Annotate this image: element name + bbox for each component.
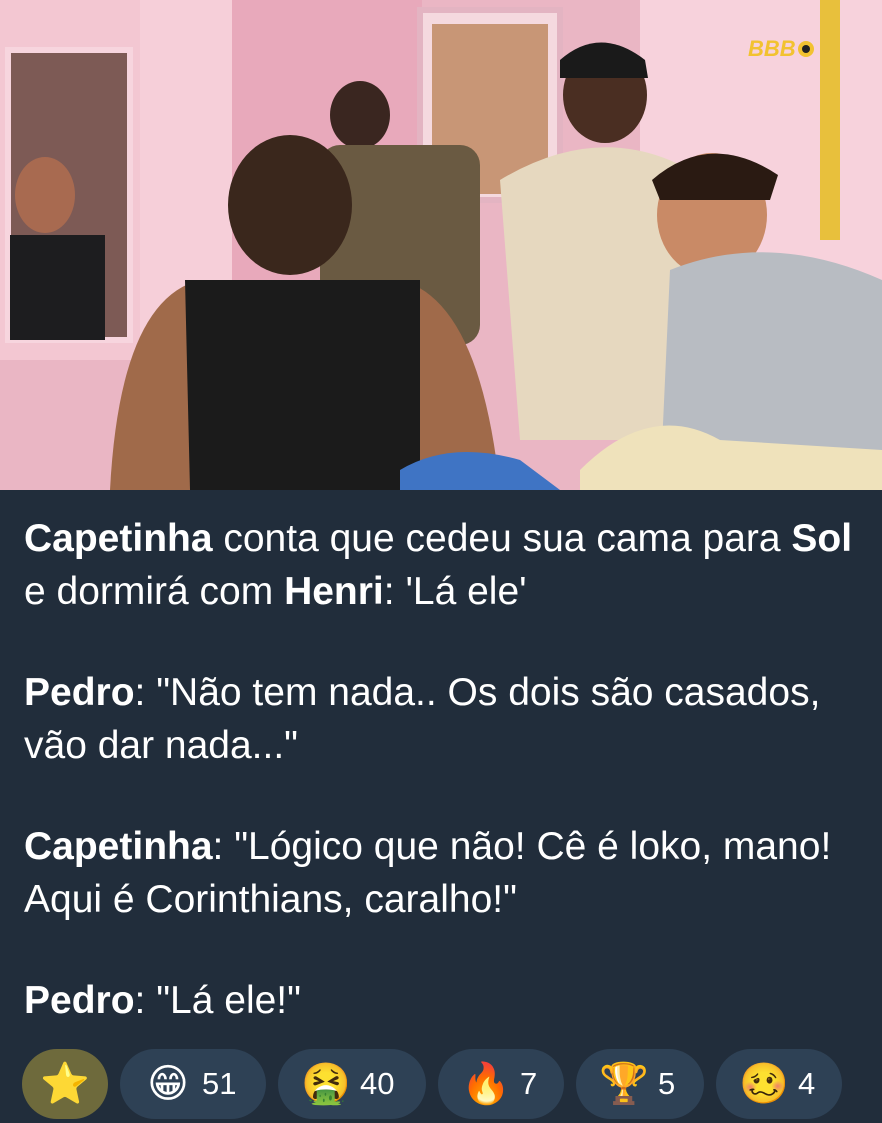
star-icon: ⭐ xyxy=(40,1062,90,1106)
reactions-bar: ⭐ 😁 51 🤮 40 🔥 7 🏆 5 🥴 4 xyxy=(22,1049,842,1119)
caption-bold: Pedro xyxy=(24,979,135,1022)
reaction-trophy-button[interactable]: 🏆 5 xyxy=(576,1049,704,1119)
grinning-face-icon: 😁 xyxy=(147,1062,189,1106)
caption-paragraph-4: Pedro: "Lá ele!" xyxy=(24,974,864,1027)
reaction-fire-button[interactable]: 🔥 7 xyxy=(438,1049,564,1119)
caption-paragraph-3: Capetinha: "Lógico que não! Cê é loko, m… xyxy=(24,820,864,926)
reaction-count: 40 xyxy=(360,1066,395,1101)
caption-bold: Henri xyxy=(284,570,384,613)
reaction-vomiting-button[interactable]: 🤮 40 xyxy=(278,1049,426,1119)
caption-paragraph-2: Pedro: "Não tem nada.. Os dois são casad… xyxy=(24,666,864,772)
post-photo[interactable]: BBB xyxy=(0,0,882,490)
caption-text: e dormirá com xyxy=(24,570,285,613)
bbb-watermark: BBB xyxy=(748,36,796,61)
star-reaction-button[interactable]: ⭐ xyxy=(22,1049,108,1119)
reaction-count: 7 xyxy=(520,1066,538,1101)
photo-illustration: BBB xyxy=(0,0,882,490)
reaction-grinning-button[interactable]: 😁 51 xyxy=(120,1049,266,1119)
caption-bold: Sol xyxy=(791,517,853,560)
vomiting-face-icon: 🤮 xyxy=(301,1062,351,1106)
caption-text: : "Não tem nada.. Os dois são casados, v… xyxy=(24,671,821,767)
caption-bold: Pedro xyxy=(24,671,135,714)
woozy-face-icon: 🥴 xyxy=(739,1062,789,1106)
reaction-count: 4 xyxy=(798,1066,816,1101)
reaction-count: 51 xyxy=(202,1066,237,1101)
fire-icon: 🔥 xyxy=(461,1062,511,1106)
post-caption: Capetinha conta que cedeu sua cama para … xyxy=(24,512,864,1027)
trophy-icon: 🏆 xyxy=(599,1062,649,1106)
caption-text: conta que cedeu sua cama para xyxy=(212,517,792,560)
caption-text: : "Lá ele!" xyxy=(134,979,301,1022)
reaction-woozy-button[interactable]: 🥴 4 xyxy=(716,1049,842,1119)
reaction-count: 5 xyxy=(658,1066,676,1101)
caption-paragraph-1: Capetinha conta que cedeu sua cama para … xyxy=(24,512,864,618)
caption-bold: Capetinha xyxy=(24,825,213,868)
caption-bold: Capetinha xyxy=(24,517,213,560)
caption-text: : 'Lá ele' xyxy=(383,570,527,613)
